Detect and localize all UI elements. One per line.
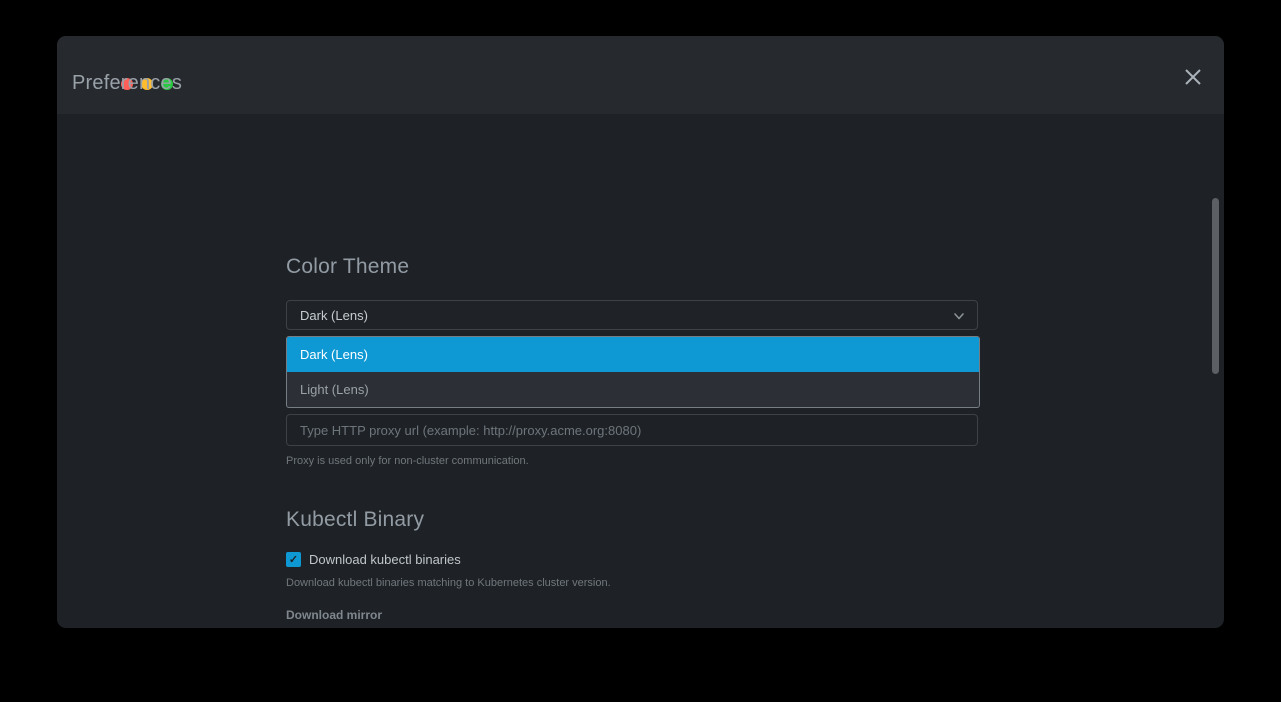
download-kubectl-hint: Download kubectl binaries matching to Ku… xyxy=(286,577,978,589)
checkbox-checked-icon[interactable]: ✓ xyxy=(286,552,301,567)
download-mirror-label: Download mirror xyxy=(286,608,978,622)
color-theme-heading: Color Theme xyxy=(286,255,978,279)
download-kubectl-checkbox-row[interactable]: ✓ Download kubectl binaries xyxy=(286,552,978,567)
dropdown-option-light[interactable]: Light (Lens) xyxy=(287,372,979,407)
preferences-content: Color Theme Dark (Lens) Dark (Lens) Ligh… xyxy=(57,114,1224,628)
titlebar: Preferences xyxy=(57,36,1224,114)
dropdown-option-dark[interactable]: Dark (Lens) xyxy=(287,337,979,372)
page-title: Preferences xyxy=(72,72,182,95)
color-theme-dropdown-menu: Dark (Lens) Light (Lens) xyxy=(286,336,980,408)
scrollbar[interactable] xyxy=(1212,198,1219,374)
http-proxy-hint: Proxy is used only for non-cluster commu… xyxy=(286,455,978,467)
download-kubectl-checkbox-label: Download kubectl binaries xyxy=(309,552,461,567)
color-theme-select-value: Dark (Lens) xyxy=(300,308,368,323)
close-button[interactable] xyxy=(1176,60,1210,94)
chevron-down-icon xyxy=(952,309,966,323)
close-icon xyxy=(1183,67,1203,87)
preferences-window: Preferences Color Theme Dark (Lens) Dark… xyxy=(57,36,1224,628)
kubectl-binary-heading: Kubectl Binary xyxy=(286,508,978,532)
http-proxy-input[interactable] xyxy=(286,414,978,446)
color-theme-select[interactable]: Dark (Lens) xyxy=(286,300,978,330)
